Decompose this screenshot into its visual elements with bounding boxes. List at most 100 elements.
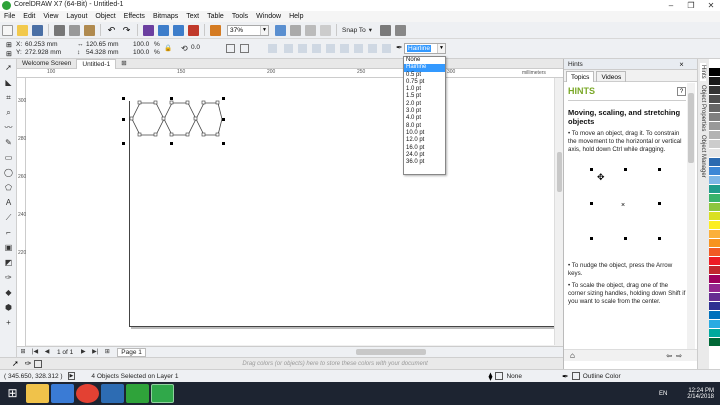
artistic-media-icon[interactable]: ✎ [3, 137, 14, 148]
parallel-dimension-icon[interactable]: ⟋ [3, 212, 14, 223]
menu-object[interactable]: Object [91, 11, 119, 22]
language-indicator[interactable]: EN [659, 391, 667, 397]
dropdown-option[interactable]: 0.5 pt [404, 72, 445, 79]
color-swatch[interactable] [709, 329, 720, 338]
menu-bitmaps[interactable]: Bitmaps [149, 11, 182, 22]
mirror-horizontal-icon[interactable] [226, 44, 235, 53]
home-icon[interactable]: ⌂ [570, 351, 575, 360]
last-page-icon[interactable]: ▶| [91, 348, 99, 356]
chrome-icon[interactable] [76, 384, 99, 403]
play-icon[interactable]: ▶ [67, 372, 76, 380]
eyedropper-tool-icon[interactable]: ✑ [3, 272, 14, 283]
drop-shadow-icon[interactable]: ▣ [3, 242, 14, 253]
transparency-tool-icon[interactable]: ◩ [3, 257, 14, 268]
next-page-icon[interactable]: ▶ [79, 348, 87, 356]
scroll-thumb[interactable] [688, 93, 694, 163]
menu-window[interactable]: Window [252, 11, 285, 22]
app-launcher-icon[interactable] [210, 24, 221, 36]
align-distribute-icon[interactable] [382, 44, 391, 53]
y-position-field[interactable]: 272.928 mm [25, 49, 61, 56]
zoom-tool-icon[interactable]: ⌕ [3, 107, 14, 118]
quick-customize-icon[interactable] [395, 24, 406, 36]
new-icon[interactable] [2, 24, 13, 36]
color-swatch[interactable] [709, 266, 720, 275]
color-swatch[interactable] [709, 59, 720, 68]
add-tool-icon[interactable]: + [3, 317, 14, 328]
menu-view[interactable]: View [39, 11, 62, 22]
dropdown-option[interactable]: 1.0 pt [404, 86, 445, 93]
interactive-fill-icon[interactable]: ◆ [3, 287, 14, 298]
horizontal-ruler[interactable]: 100 150 200 250 300 millimeters [17, 69, 563, 78]
color-swatch[interactable] [709, 86, 720, 95]
color-swatch[interactable] [709, 122, 720, 131]
width-field[interactable]: 120.65 mm [86, 41, 119, 48]
coreldraw-active-icon[interactable] [151, 384, 174, 403]
combine-icon[interactable] [268, 44, 277, 53]
help-icon[interactable]: ? [677, 86, 686, 96]
color-swatch[interactable] [709, 149, 720, 158]
redo-icon[interactable]: ↷ [121, 25, 132, 36]
color-swatch[interactable] [709, 185, 720, 194]
color-swatch[interactable] [709, 239, 720, 248]
pick-tool-icon[interactable]: ➚ [3, 62, 14, 73]
menu-file[interactable]: File [0, 11, 19, 22]
color-swatch[interactable] [709, 203, 720, 212]
shape-tool-icon[interactable]: ◣ [3, 77, 14, 88]
color-swatch[interactable] [709, 104, 720, 113]
open-icon[interactable] [17, 24, 28, 36]
tab-page-1[interactable]: Page 1 [117, 347, 146, 357]
smart-fill-icon[interactable]: ⬢ [3, 302, 14, 313]
menu-text[interactable]: Text [182, 11, 203, 22]
store-icon[interactable] [51, 384, 74, 403]
menu-effects[interactable]: Effects [120, 11, 149, 22]
color-swatch[interactable] [709, 176, 720, 185]
tab-videos[interactable]: Videos [596, 70, 627, 82]
publish-pdf-icon[interactable] [188, 24, 199, 36]
freehand-tool-icon[interactable]: 〰 [3, 122, 14, 133]
undo-icon[interactable]: ↶ [106, 25, 117, 36]
export-icon[interactable] [173, 24, 184, 36]
add-page-icon[interactable]: ⊞ [103, 348, 111, 356]
rectangle-tool-icon[interactable]: ▭ [3, 152, 14, 163]
drawing-canvas[interactable] [26, 78, 556, 345]
rotation-field[interactable]: 0.0 [191, 44, 200, 51]
paste-icon[interactable] [84, 24, 95, 36]
color-swatch[interactable] [709, 257, 720, 266]
search-content-icon[interactable] [143, 24, 154, 36]
save-icon[interactable] [32, 24, 43, 36]
dropdown-option[interactable]: 4.0 pt [404, 115, 445, 122]
dropdown-option[interactable]: None [404, 57, 445, 64]
menu-help[interactable]: Help [285, 11, 307, 22]
color-swatch[interactable] [709, 302, 720, 311]
page-options-icon[interactable]: ⊞ [19, 348, 27, 356]
horizontal-scrollbar[interactable] [355, 349, 426, 355]
boundary-icon[interactable] [368, 44, 377, 53]
color-swatch[interactable] [709, 68, 720, 77]
file-explorer-icon[interactable] [26, 384, 49, 403]
show-grid-icon[interactable] [305, 24, 316, 36]
back-minus-front-icon[interactable] [354, 44, 363, 53]
dropdown-option[interactable]: Hairline [404, 64, 445, 72]
minimize-button[interactable]: – [663, 0, 679, 11]
dropdown-option[interactable]: 8.0 pt [404, 123, 445, 130]
dropdown-option[interactable]: 16.0 pt [404, 145, 445, 152]
scroll-thumb[interactable] [557, 152, 562, 192]
crop-tool-icon[interactable]: ⌗ [3, 92, 14, 103]
color-swatch[interactable] [709, 167, 720, 176]
dropdown-option[interactable]: 12.0 pt [404, 137, 445, 144]
color-swatch[interactable] [709, 77, 720, 86]
dropdown-option[interactable]: 36.0 pt [404, 159, 445, 166]
vertical-ruler[interactable]: 300 280 260 240 220 [17, 78, 26, 346]
menu-layout[interactable]: Layout [62, 11, 91, 22]
color-swatch[interactable] [709, 194, 720, 203]
close-button[interactable]: ✕ [703, 0, 719, 11]
dropdown-option[interactable]: 1.5 pt [404, 93, 445, 100]
side-tab-object-manager[interactable]: Object Manager [700, 135, 706, 178]
dropdown-option[interactable]: 10.0 pt [404, 130, 445, 137]
color-swatch[interactable] [709, 95, 720, 104]
dropdown-option[interactable]: 3.0 pt [404, 108, 445, 115]
scale-y-field[interactable]: 100.0 [133, 49, 149, 56]
show-rulers-icon[interactable] [290, 24, 301, 36]
forward-icon[interactable]: ⇨ [676, 352, 682, 360]
color-swatch[interactable] [709, 248, 720, 257]
